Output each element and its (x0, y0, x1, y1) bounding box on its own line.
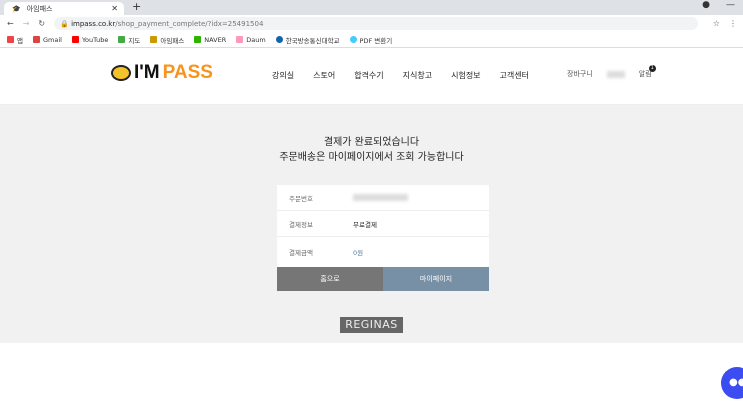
bookmark-knou[interactable]: 한국방송통신대학교 (275, 35, 340, 45)
chat-button[interactable]: ●● (721, 367, 743, 399)
close-tab-icon[interactable]: ✕ (111, 4, 118, 13)
order-number-blurred (353, 194, 408, 201)
browser-tab[interactable]: 🎓 아임패스 ✕ (4, 2, 124, 15)
bee-icon (111, 65, 131, 81)
minimize-button[interactable]: — (726, 0, 735, 10)
url-field[interactable]: 🔒 impass.co.kr/shop_payment_complete/?id… (54, 17, 698, 30)
reginas-logo: REGINAS (340, 317, 403, 333)
profile-icon[interactable]: ● (702, 0, 710, 10)
star-icon[interactable]: ☆ (713, 19, 720, 28)
complete-subtitle: 주문배송은 마이페이지에서 조회 가능합니다 (279, 152, 464, 163)
menu-icon[interactable]: ⋮ (729, 19, 737, 28)
bookmark-youtube[interactable]: YouTube (71, 36, 108, 44)
site-logo[interactable]: I'M PASS (111, 62, 213, 84)
bookmarks-bar: 앱 Gmail YouTube 지도 아임패스 NAVER Daum 한국방송통… (0, 32, 743, 48)
forward-icon[interactable]: → (23, 19, 30, 28)
favicon-icon: 🎓 (12, 4, 21, 13)
home-button[interactable]: 홈으로 (277, 267, 383, 291)
address-bar-row: ← → ↻ 🔒 impass.co.kr/shop_payment_comple… (0, 15, 743, 32)
payment-info-row: 결제정보 무료결제 (277, 211, 489, 237)
nav-store[interactable]: 스토어 (313, 70, 335, 81)
url-host: impass.co.kr (71, 19, 116, 28)
chat-icon: ●● (729, 377, 743, 388)
nav-exam-info[interactable]: 시험정보 (451, 70, 480, 81)
bookmark-apps[interactable]: 앱 (7, 35, 23, 45)
mypage-button[interactable]: 마이페이지 (383, 267, 489, 291)
complete-title: 결제가 완료되었습니다 (323, 137, 420, 148)
main-nav: 강의실 스토어 합격수기 지식창고 시험정보 고객센터 (272, 70, 529, 81)
alarm-badge: 1 (648, 65, 656, 72)
url-path: /shop_payment_complete/?idx=25491504 (115, 19, 264, 28)
nav-support[interactable]: 고객센터 (500, 70, 529, 81)
new-tab-button[interactable]: + (132, 0, 141, 13)
bookmark-gmail[interactable]: Gmail (32, 36, 62, 44)
payment-amount-row: 결제금액 0원 (289, 249, 364, 257)
bookmark-impass[interactable]: 아임패스 (150, 35, 184, 45)
order-number-row: 주문번호 (277, 185, 489, 211)
nav-reviews[interactable]: 합격수기 (354, 70, 383, 81)
nav-classroom[interactable]: 강의실 (272, 70, 294, 81)
nav-knowledge[interactable]: 지식창고 (403, 70, 432, 81)
cart-link[interactable]: 장바구니 (567, 69, 593, 79)
alarm-link[interactable]: 알림 1 (639, 65, 656, 79)
back-icon[interactable]: ← (7, 19, 14, 28)
bookmark-maps[interactable]: 지도 (118, 35, 140, 45)
bookmark-naver[interactable]: NAVER (194, 36, 226, 44)
site-header: I'M PASS 강의실 스토어 합격수기 지식창고 시험정보 고객센터 장바구니… (0, 48, 743, 105)
lock-icon: 🔒 (60, 19, 72, 28)
payment-complete-section: 결제가 완료되었습니다주문배송은 마이페이지에서 조회 가능합니다 주문번호 결… (0, 105, 743, 343)
tab-title: 아임패스 (26, 4, 53, 13)
bookmark-daum[interactable]: Daum (236, 36, 266, 44)
bookmark-pdf[interactable]: PDF 변환기 (349, 35, 392, 45)
order-summary-card: 주문번호 결제정보 무료결제 결제금액 0원 홈으로 마이페이지 (277, 185, 489, 291)
user-name-blurred[interactable] (606, 70, 625, 78)
reload-icon[interactable]: ↻ (38, 19, 45, 28)
tab-bar: 🎓 아임패스 ✕ + ● — (0, 0, 743, 15)
